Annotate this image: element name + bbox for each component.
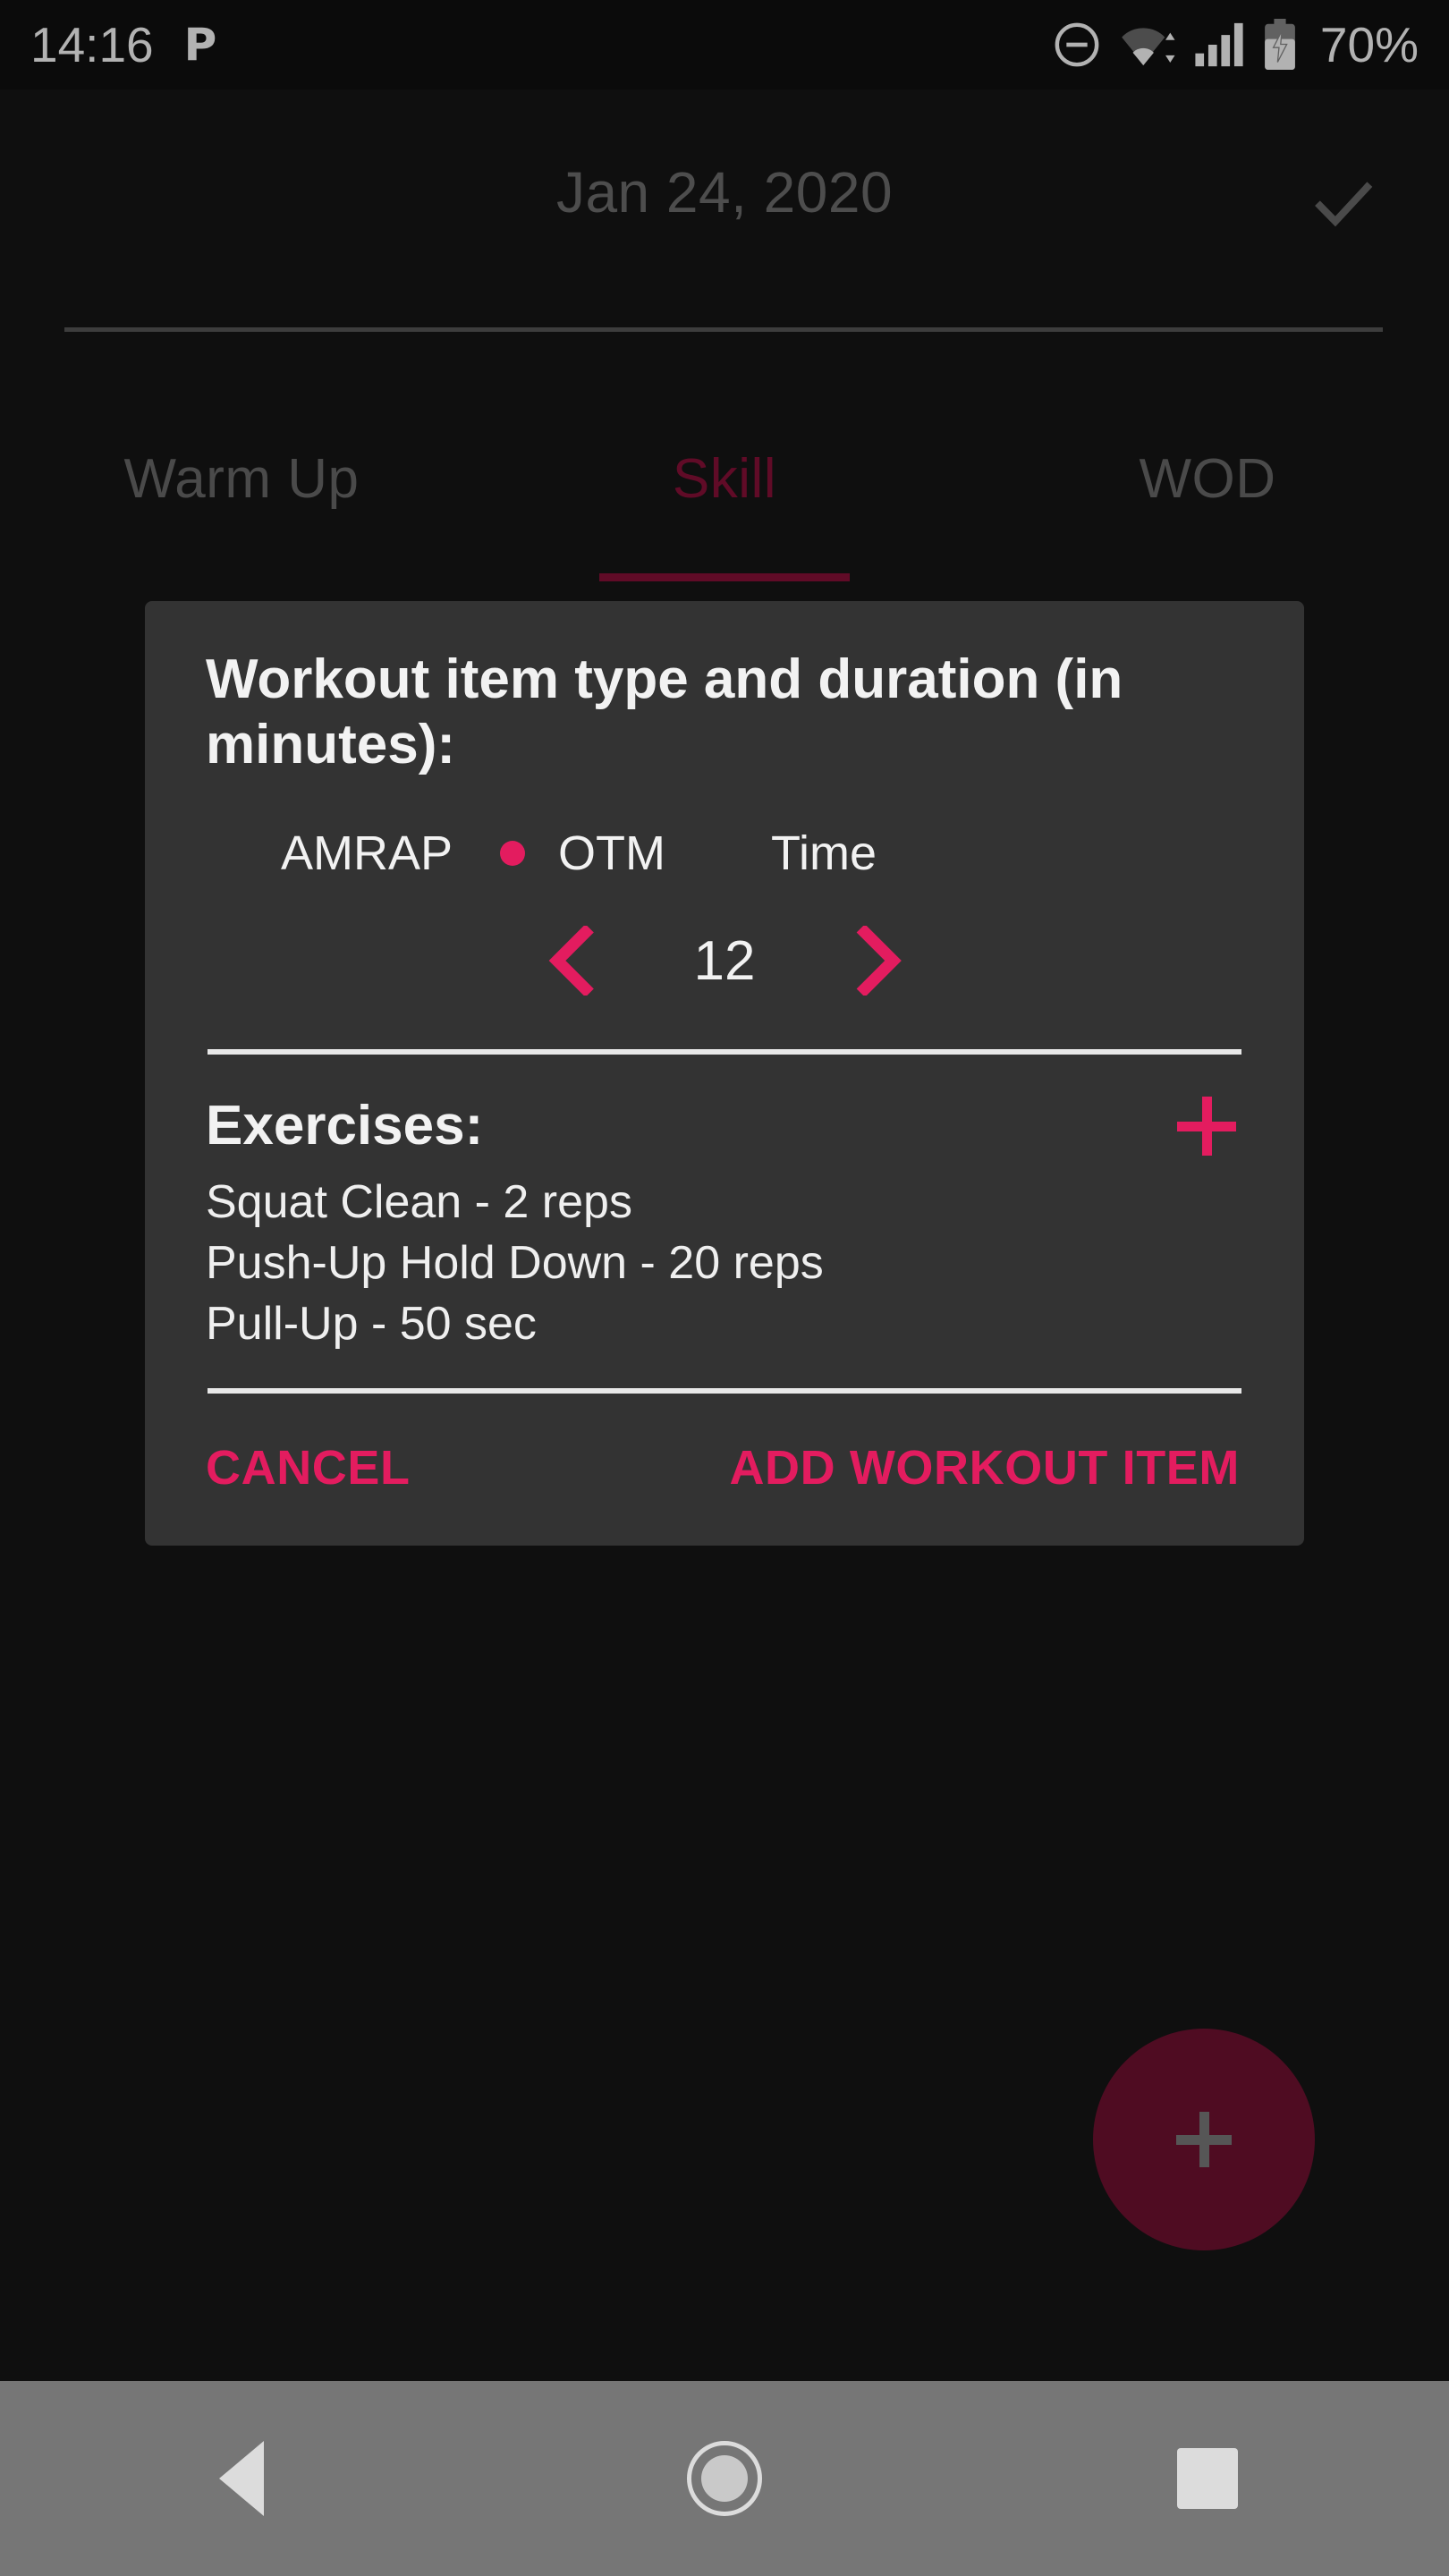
radio-circle-icon — [699, 827, 751, 879]
radio-option-otm[interactable]: OTM — [487, 826, 665, 881]
dialog-divider-top — [208, 1049, 1241, 1055]
add-workout-item-button[interactable]: ADD WORKOUT ITEM — [729, 1440, 1240, 1496]
nav-back-button[interactable] — [179, 2416, 304, 2541]
chevron-left-icon[interactable] — [543, 926, 598, 996]
radio-option-amrap[interactable]: AMRAP — [209, 826, 453, 881]
radio-label: Time — [771, 826, 877, 881]
cancel-button[interactable]: CANCEL — [206, 1440, 411, 1496]
dialog-actions: CANCEL ADD WORKOUT ITEM — [206, 1394, 1243, 1546]
nav-recents-button[interactable] — [1145, 2416, 1270, 2541]
radio-option-time[interactable]: Time — [699, 826, 877, 881]
back-triangle-icon — [219, 2441, 264, 2516]
list-item[interactable]: Push-Up Hold Down - 20 reps — [206, 1233, 1243, 1293]
radio-label: AMRAP — [281, 826, 453, 881]
plus-icon[interactable] — [1177, 1096, 1236, 1156]
radio-dot — [500, 841, 526, 867]
home-dot — [701, 2455, 748, 2502]
radio-circle-icon — [209, 827, 261, 879]
workout-type-radio-group: AMRAP OTM Time — [206, 826, 1243, 881]
chevron-right-icon[interactable] — [851, 926, 906, 996]
phone-screen: 14:16 P 70% Jan 24, 2020 Warm Up Skill W… — [0, 0, 1449, 2576]
exercises-header: Exercises: — [206, 1094, 1243, 1157]
workout-item-dialog: Workout item type and duration (in minut… — [145, 601, 1304, 1546]
android-nav-bar — [0, 2381, 1449, 2576]
dialog-title: Workout item type and duration (in minut… — [206, 648, 1123, 775]
exercises-list: Squat Clean - 2 reps Push-Up Hold Down -… — [206, 1172, 1243, 1354]
list-item[interactable]: Pull-Up - 50 sec — [206, 1293, 1243, 1354]
nav-home-button[interactable] — [662, 2416, 787, 2541]
home-circle-icon — [687, 2441, 762, 2516]
radio-label: OTM — [558, 826, 666, 881]
list-item[interactable]: Squat Clean - 2 reps — [206, 1172, 1243, 1233]
exercises-heading: Exercises: — [206, 1095, 484, 1157]
radio-circle-icon — [487, 827, 538, 879]
duration-stepper: 12 — [206, 926, 1243, 996]
recents-square-icon — [1177, 2448, 1238, 2509]
duration-value: 12 — [693, 929, 756, 992]
